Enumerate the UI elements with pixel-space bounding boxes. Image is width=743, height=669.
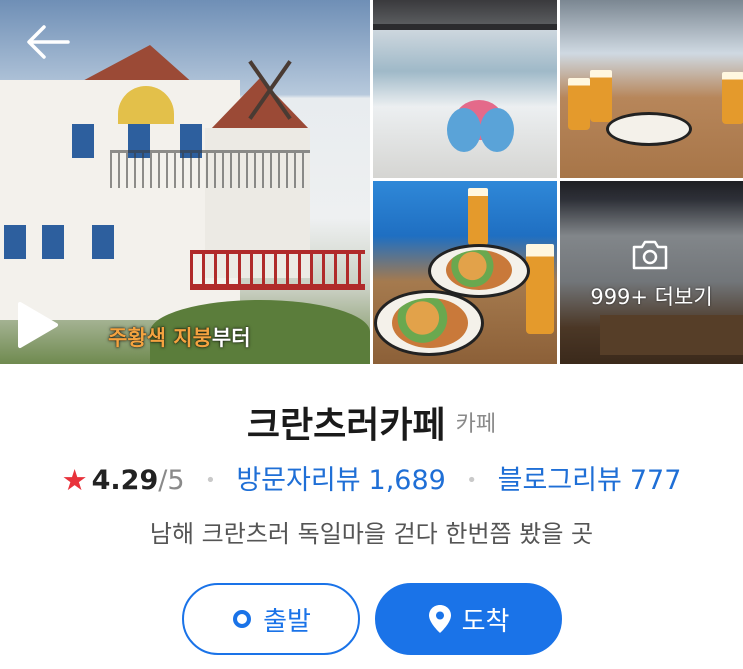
butterfly-wing: [480, 108, 514, 152]
video-caption: 주황색 지붕부터: [108, 322, 251, 352]
star-icon: ★: [61, 463, 88, 497]
back-button[interactable]: [24, 22, 72, 62]
camera-icon: [632, 240, 668, 270]
play-video-button[interactable]: [14, 300, 60, 350]
beer-glass: [722, 72, 743, 124]
food: [446, 250, 512, 290]
photo-gallery: 주황색 지붕부터 999+ 더보기: [0, 0, 743, 364]
start-route-label: 출발: [263, 606, 311, 637]
rating-max: /5: [158, 465, 185, 496]
location-pin-icon: [428, 605, 451, 633]
title-row: 크란츠러카페 카페: [0, 396, 743, 448]
separator-dot: •: [205, 470, 216, 491]
more-photos-button[interactable]: 999+ 더보기: [560, 181, 743, 364]
separator-dot: •: [466, 470, 478, 491]
place-category: 카페: [455, 412, 497, 437]
place-name: 크란츠러카페: [246, 405, 446, 446]
play-icon: [18, 302, 58, 348]
blog-reviews-label: 블로그리뷰: [497, 465, 622, 496]
blog-reviews-link[interactable]: 블로그리뷰 777: [498, 465, 682, 496]
balcony-railing: [110, 150, 310, 188]
window: [42, 225, 64, 259]
visitor-reviews-count: 1,689: [368, 465, 446, 496]
more-photos-label: 999+ 더보기: [590, 285, 713, 309]
rating-score: 4.29: [91, 465, 159, 496]
plate: [606, 112, 692, 146]
beer-glass: [468, 188, 488, 246]
window: [72, 124, 94, 158]
beer-glass: [568, 78, 590, 130]
rating-row: ★ 4.29/5 • 방문자리뷰 1,689 • 블로그리뷰 777: [0, 458, 743, 497]
ceiling-beam: [373, 24, 557, 30]
video-caption-rest: 부터: [211, 326, 251, 350]
start-route-button[interactable]: 출발: [182, 583, 360, 655]
butterfly-wing: [447, 108, 481, 152]
visitor-reviews-link[interactable]: 방문자리뷰 1,689: [236, 465, 446, 496]
visitor-reviews-label: 방문자리뷰: [236, 465, 361, 496]
origin-dot-icon: [233, 610, 252, 628]
food: [392, 298, 468, 348]
arrive-route-button[interactable]: 도착: [375, 583, 562, 655]
back-arrow-icon: [27, 25, 70, 59]
window: [92, 225, 114, 259]
arrive-route-label: 도착: [461, 606, 510, 637]
video-caption-highlight: 주황색 지붕: [108, 326, 212, 350]
blog-reviews-count: 777: [629, 465, 682, 496]
window: [4, 225, 26, 259]
beer-glass: [526, 244, 554, 334]
beer-glass: [590, 70, 612, 122]
place-description: 남해 크란츠러 독일마을 걷다 한번쯤 봤을 곳: [149, 520, 594, 548]
red-bridge: [190, 250, 365, 290]
